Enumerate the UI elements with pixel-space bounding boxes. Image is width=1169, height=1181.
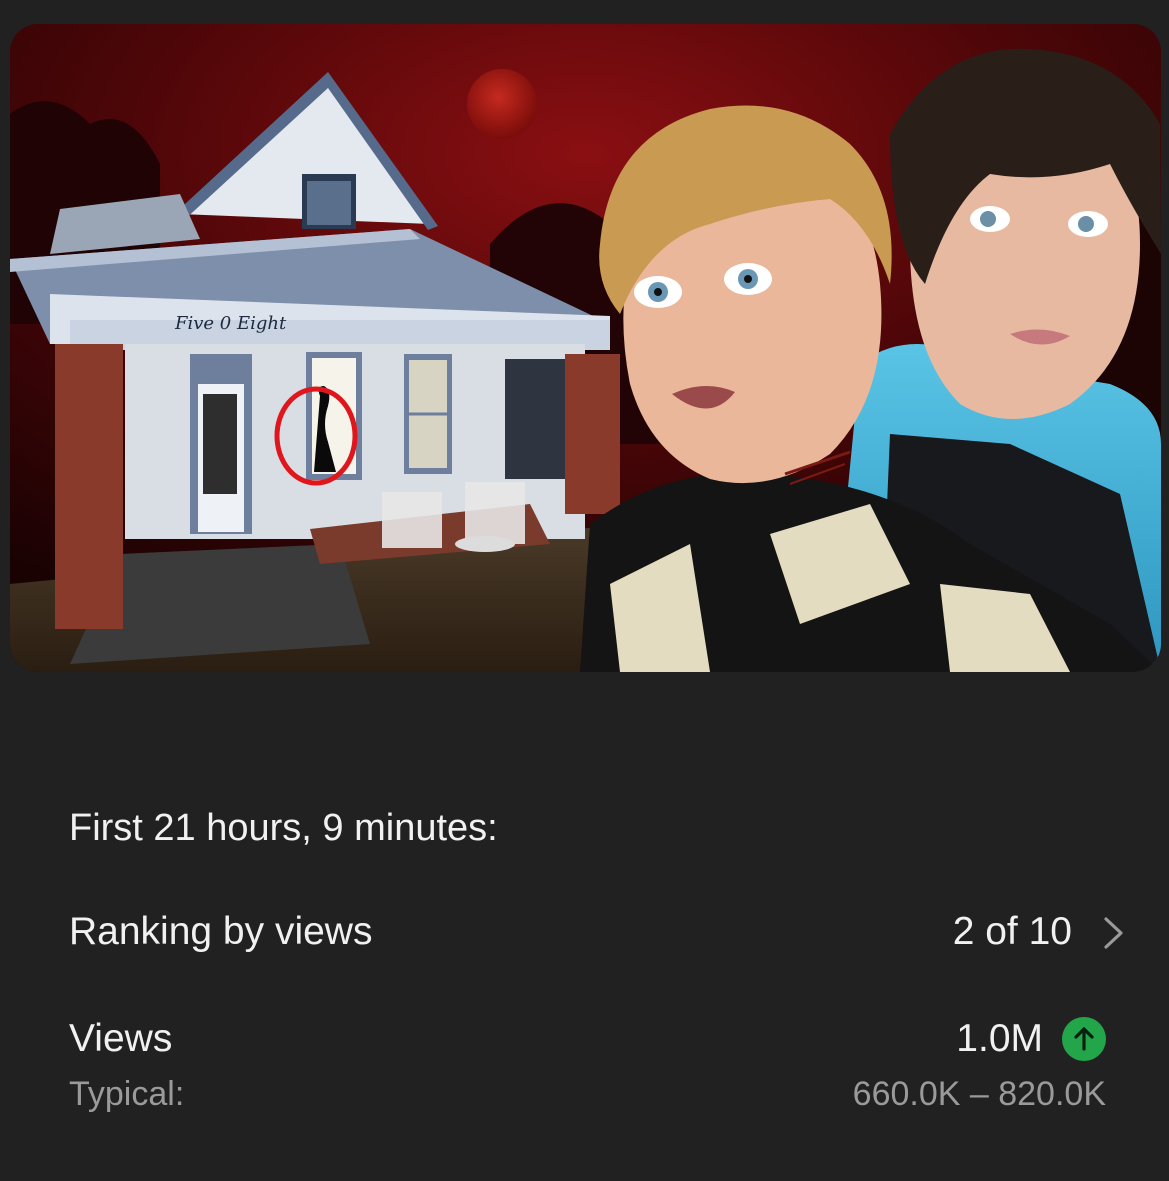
thumbnail-artwork: Five 0 Eight — [10, 24, 1161, 672]
blood-moon — [467, 69, 537, 139]
video-analytics-screen: Five 0 Eight First 21 hours, 9 minutes: … — [0, 0, 1169, 1181]
typical-label: Typical: — [69, 1075, 185, 1113]
views-value: 1.0M — [956, 1017, 1043, 1060]
chevron-right-icon[interactable] — [1097, 913, 1131, 953]
video-thumbnail[interactable]: Five 0 Eight — [10, 24, 1161, 672]
typical-range: 660.0K – 820.0K — [852, 1075, 1106, 1113]
house-number-sign: Five 0 Eight — [174, 313, 287, 334]
ranking-value: 2 of 10 — [952, 910, 1072, 953]
views-label: Views — [69, 1017, 173, 1060]
arrow-up-icon — [1062, 1017, 1106, 1061]
ranking-label: Ranking by views — [69, 910, 373, 953]
period-label: First 21 hours, 9 minutes: — [69, 807, 498, 849]
